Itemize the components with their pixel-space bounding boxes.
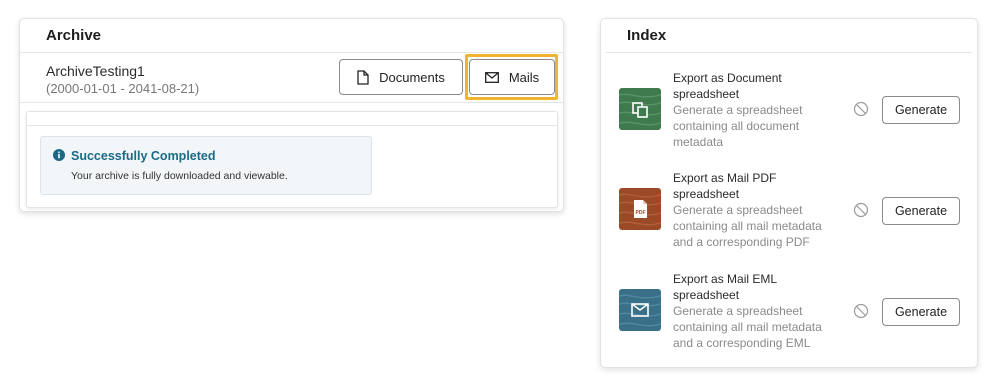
info-icon [53,149,65,161]
pdf-file-icon: PDF [619,188,661,230]
export-title: Export as Document spreadsheet [673,71,782,101]
divider [20,102,563,103]
export-item-mail-eml: Export as Mail EML spreadsheet Generate … [601,271,977,361]
export-description: Generate a spreadsheet containing all ma… [673,203,822,249]
generate-button[interactable]: Generate [882,298,960,326]
archive-title: Archive [46,27,102,44]
index-card: Index Export as Document spreadsheet Gen… [600,18,978,368]
archive-name: ArchiveTesting1 [46,63,145,79]
disabled-icon [853,101,869,117]
status-message-box: Successfully Completed Your archive is f… [40,136,372,195]
documents-button[interactable]: Documents [339,59,463,95]
documents-copy-icon [619,88,661,130]
archive-date-range: (2000-01-01 - 2041-08-21) [46,81,200,96]
svg-text:PDF: PDF [636,210,646,216]
export-item-mail-pdf: PDF Export as Mail PDF spreadsheet Gener… [601,170,977,260]
export-title: Export as Mail PDF spreadsheet [673,171,777,201]
envelope-icon [484,71,499,83]
generate-button[interactable]: Generate [882,197,960,225]
mail-icon [619,289,661,331]
divider [606,52,972,53]
status-message: Your archive is fully downloaded and vie… [71,170,288,182]
divider [20,52,563,53]
archive-card: Archive ArchiveTesting1 (2000-01-01 - 20… [19,18,564,212]
result-panel: Successfully Completed Your archive is f… [26,111,558,208]
disabled-icon [853,202,869,218]
status-title: Successfully Completed [71,149,216,163]
export-description: Generate a spreadsheet containing all ma… [673,304,822,350]
mails-button[interactable]: Mails [469,59,555,95]
result-panel-header [27,112,557,126]
index-title: Index [627,27,667,44]
documents-label: Documents [379,69,445,85]
mails-label: Mails [508,69,540,85]
export-item-document: Export as Document spreadsheet Generate … [601,69,977,159]
export-title: Export as Mail EML spreadsheet [673,272,777,302]
generate-button[interactable]: Generate [882,96,960,124]
disabled-icon [853,303,869,319]
document-icon [357,69,369,85]
export-description: Generate a spreadsheet containing all do… [673,103,803,149]
